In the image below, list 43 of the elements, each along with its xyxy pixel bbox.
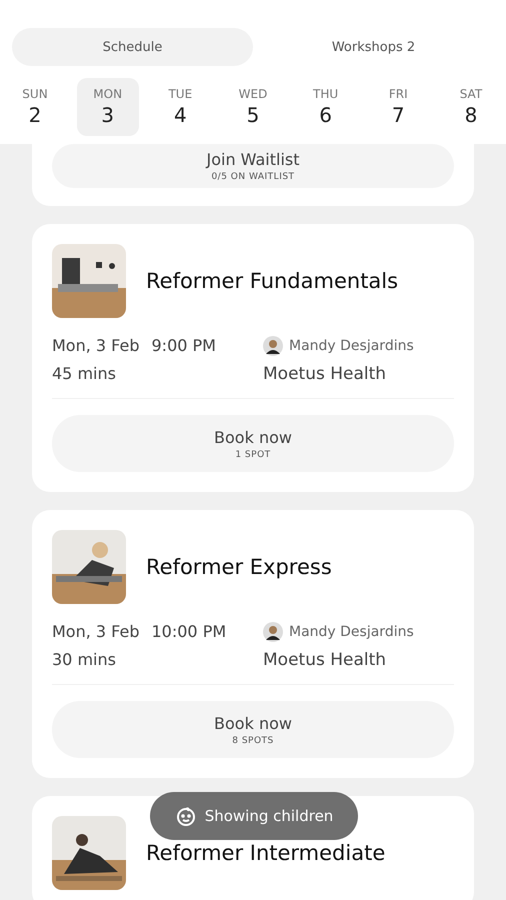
date-number: 3	[101, 103, 114, 127]
waitlist-button[interactable]: Join Waitlist 0/5 ON WAITLIST	[52, 144, 454, 188]
class-time: 9:00 PM	[152, 336, 216, 356]
weekday-label: SAT	[460, 87, 482, 101]
book-button[interactable]: Book now 1 SPOT	[52, 415, 454, 472]
weekday-label: MON	[93, 87, 122, 101]
date-number: 8	[464, 103, 478, 127]
weekday-label: TUE	[168, 87, 192, 101]
day-button[interactable]: MON 3	[76, 78, 139, 136]
class-title: Reformer Express	[146, 555, 332, 579]
day-button[interactable]: SAT 8	[440, 78, 502, 136]
class-title: Reformer Intermediate	[146, 841, 386, 865]
date-number: 7	[392, 103, 405, 127]
book-button[interactable]: Book now 8 SPOTS	[52, 701, 454, 758]
avatar-icon	[263, 622, 283, 642]
class-duration: 45 mins	[52, 364, 117, 384]
weekday-label: THU	[313, 87, 338, 101]
instructor-name: Mandy Desjardins	[289, 624, 414, 640]
class-date: Mon, 3 Feb	[52, 336, 140, 356]
class-location: Moetus Health	[263, 364, 388, 384]
date-number: 6	[319, 103, 332, 127]
date-number: 2	[28, 103, 42, 127]
date-number: 5	[246, 103, 260, 127]
weekday-label: FRI	[388, 87, 408, 101]
weekday-label: SUN	[22, 87, 48, 101]
avatar-icon	[263, 336, 283, 356]
instructor-name: Mandy Desjardins	[289, 338, 414, 354]
day-button[interactable]: SUN 2	[4, 78, 66, 136]
day-button[interactable]: WED 5	[222, 78, 284, 136]
day-button[interactable]: TUE 4	[149, 78, 212, 136]
toast: Showing children	[150, 792, 358, 840]
day-button[interactable]: THU 6	[294, 78, 357, 136]
date-number: 4	[174, 103, 187, 127]
class-location: Moetus Health	[263, 650, 388, 670]
class-time: 10:00 PM	[152, 622, 226, 642]
tab[interactable]: Schedule	[12, 28, 253, 66]
tab[interactable]: Workshops 2	[253, 28, 494, 66]
class-date: Mon, 3 Feb	[52, 622, 140, 642]
class-duration: 30 mins	[52, 650, 117, 670]
baby-face-icon	[174, 805, 197, 827]
day-button[interactable]: FRI 7	[367, 78, 430, 136]
weekday-label: WED	[238, 87, 268, 101]
class-title: Reformer Fundamentals	[146, 269, 398, 293]
